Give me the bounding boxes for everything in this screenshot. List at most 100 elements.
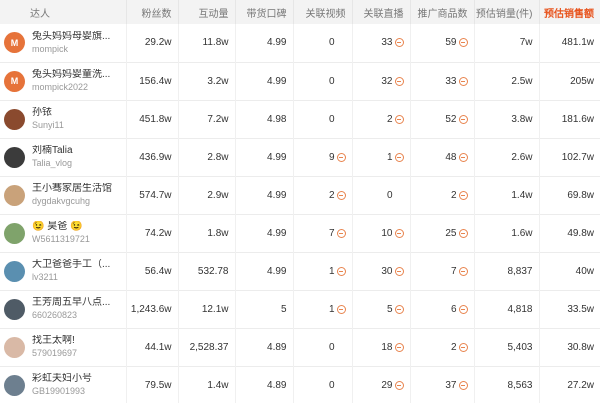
more-options-icon[interactable]	[458, 342, 468, 352]
kol-name[interactable]: 彩虹夫妇小号	[32, 373, 92, 385]
more-options-icon[interactable]	[458, 304, 468, 314]
avatar[interactable]: M	[4, 32, 25, 54]
col-header-kol: 达人	[0, 0, 127, 24]
est-gmv-cell: 102.7w	[561, 151, 594, 163]
fans-cell: 44.1w	[126, 328, 179, 366]
more-options-icon[interactable]	[336, 190, 346, 200]
linked-lives-cell: 0	[352, 176, 411, 214]
more-options-icon[interactable]	[458, 228, 468, 238]
interactions-cell: 3.2w	[178, 62, 236, 100]
more-options-icon[interactable]	[394, 152, 404, 162]
more-options-icon[interactable]	[458, 76, 468, 86]
avatar[interactable]	[4, 108, 25, 130]
table-row[interactable]: 王小骞家居生活馆 dygdakvgcuhg 574.7w 2.9w 4.99 2 0 2 1.4…	[0, 176, 600, 214]
table-row[interactable]: 找王太啊! 579019697 44.1w 2,528.37 4.89 0 18 2 5,403…	[0, 328, 600, 366]
avatar[interactable]	[4, 146, 25, 168]
avatar[interactable]	[4, 260, 25, 282]
kol-cell[interactable]: 找王太啊! 579019697	[0, 328, 127, 366]
kol-cell[interactable]: M 兔头妈妈母婴旗... mompick	[0, 24, 127, 62]
more-options-icon[interactable]	[394, 304, 404, 314]
avatar[interactable]	[4, 336, 25, 358]
more-options-icon[interactable]	[458, 190, 468, 200]
table-row[interactable]: 😉 昊爸 😉 W5611319721 74.2w 1.8w 4.99 7 10 25 1.6w 4…	[0, 214, 600, 252]
avatar[interactable]	[4, 184, 25, 206]
col-header-linked-videos[interactable]: 关联视频	[293, 0, 353, 24]
table-row[interactable]: 孙铱 Sunyi11 451.8w 7.2w 4.98 0 2 52 3.8w 181.6w	[0, 100, 600, 138]
avatar[interactable]	[4, 374, 25, 396]
more-options-icon[interactable]	[394, 38, 404, 48]
avatar[interactable]	[4, 298, 25, 320]
products-cell: 48	[410, 138, 475, 176]
products-value: 52	[445, 113, 457, 125]
avatar[interactable]	[4, 222, 25, 244]
fans-cell: 74.2w	[126, 214, 179, 252]
table-row[interactable]: M 兔头妈妈婴童洗... mompick2022 156.4w 3.2w 4.99 0 32 3…	[0, 62, 600, 100]
more-options-icon[interactable]	[336, 228, 346, 238]
col-header-products[interactable]: 推广商品数	[410, 0, 475, 24]
col-header-linked-lives[interactable]: 关联直播	[352, 0, 411, 24]
kol-name[interactable]: 王芳周五早八点...	[32, 297, 110, 309]
kol-name[interactable]: 刘楠Talia	[32, 145, 73, 157]
col-header-interactions[interactable]: 互动量	[178, 0, 236, 24]
reputation-cell: 4.99	[235, 252, 294, 290]
more-options-icon[interactable]	[336, 266, 346, 276]
linked-videos-cell: 1	[293, 290, 353, 328]
kol-cell[interactable]: 孙铱 Sunyi11	[0, 100, 127, 138]
products-cell: 25	[410, 214, 475, 252]
more-options-icon[interactable]	[458, 114, 468, 124]
kol-name[interactable]: 兔头妈妈母婴旗...	[32, 31, 110, 43]
kol-cell[interactable]: 😉 昊爸 😉 W5611319721	[0, 214, 127, 252]
kol-cell[interactable]: 王小骞家居生活馆 dygdakvgcuhg	[0, 176, 127, 214]
more-options-icon[interactable]	[458, 380, 468, 390]
col-header-est-gmv[interactable]: 预估销售额	[539, 0, 600, 24]
avatar[interactable]: M	[4, 70, 25, 92]
kol-cell[interactable]: 大卫爸爸手工（... lv3211	[0, 252, 127, 290]
table-row[interactable]: 刘楠Talia Talia_vlog 436.9w 2.8w 4.99 9 1 48 2.6w 1…	[0, 138, 600, 176]
kol-id: mompick	[32, 43, 69, 54]
est-sales-cell: 8,563	[474, 366, 540, 403]
kol-cell[interactable]: 刘楠Talia Talia_vlog	[0, 138, 127, 176]
more-options-icon[interactable]	[394, 342, 404, 352]
kol-name[interactable]: 大卫爸爸手工（...	[32, 259, 110, 271]
linked-videos-cell: 0	[293, 100, 353, 138]
interactions-cell: 11.8w	[178, 24, 236, 62]
more-options-icon[interactable]	[394, 380, 404, 390]
more-options-icon[interactable]	[458, 38, 468, 48]
est-sales-cell: 7w	[474, 24, 540, 62]
table-row[interactable]: M 兔头妈妈母婴旗... mompick 29.2w 11.8w 4.99 0 33 59 7w 4…	[0, 24, 600, 62]
products-cell: 33	[410, 62, 475, 100]
more-options-icon[interactable]	[458, 266, 468, 276]
more-options-icon[interactable]	[394, 114, 404, 124]
col-header-est-sales[interactable]: 预估销量(件)	[474, 0, 540, 24]
linked-lives-value: 0	[386, 189, 393, 201]
kol-name[interactable]: 孙铱	[32, 107, 64, 119]
kol-cell[interactable]: M 兔头妈妈婴童洗... mompick2022	[0, 62, 127, 100]
kol-name[interactable]: 😉 昊爸 😉	[32, 221, 90, 233]
kol-name[interactable]: 王小骞家居生活馆	[32, 183, 112, 195]
more-options-icon[interactable]	[336, 152, 346, 162]
more-options-icon[interactable]	[394, 76, 404, 86]
col-header-reputation[interactable]: 带货口碑	[235, 0, 294, 24]
kol-cell[interactable]: 彩虹夫妇小号 GB19901993	[0, 366, 127, 403]
fans-cell: 79.5w	[126, 366, 179, 403]
linked-lives-cell: 29	[352, 366, 411, 403]
linked-lives-cell: 1	[352, 138, 411, 176]
table-row[interactable]: 大卫爸爸手工（... lv3211 56.4w 532.78 4.99 1 30 7 8,837…	[0, 252, 600, 290]
table-row[interactable]: 彩虹夫妇小号 GB19901993 79.5w 1.4w 4.89 0 29 37 8,563 2…	[0, 366, 600, 403]
col-header-fans[interactable]: 粉丝数	[126, 0, 179, 24]
est-sales-cell: 2.6w	[474, 138, 540, 176]
table-row[interactable]: 王芳周五早八点... 660260823 1,243.6w 12.1w 5 1 5 6 4,81…	[0, 290, 600, 328]
kol-cell[interactable]: 王芳周五早八点... 660260823	[0, 290, 127, 328]
est-sales-cell: 8,837	[474, 252, 540, 290]
more-options-icon[interactable]	[394, 228, 404, 238]
kol-name[interactable]: 兔头妈妈婴童洗...	[32, 69, 110, 81]
products-value: 2	[450, 341, 457, 353]
more-options-icon[interactable]	[336, 304, 346, 314]
more-options-icon[interactable]	[394, 266, 404, 276]
linked-videos-cell: 9	[293, 138, 353, 176]
more-options-icon[interactable]	[458, 152, 468, 162]
kol-name[interactable]: 找王太啊!	[32, 335, 77, 347]
reputation-cell: 4.89	[235, 366, 294, 403]
linked-videos-cell: 0	[293, 328, 353, 366]
linked-videos-value: 7	[328, 227, 335, 239]
